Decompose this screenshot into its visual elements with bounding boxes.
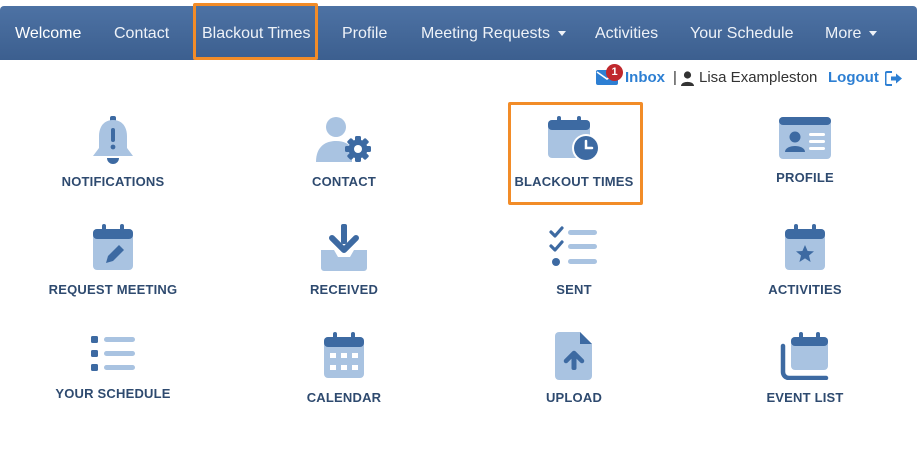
tile-label: ACTIVITIES bbox=[768, 282, 842, 297]
calendar-grid-icon bbox=[324, 332, 364, 378]
tile-label: SENT bbox=[556, 282, 592, 297]
tile-blackout-times[interactable]: BLACKOUT TIMES bbox=[484, 116, 664, 216]
nav-meeting-requests-label: Meeting Requests bbox=[421, 25, 550, 42]
top-navbar: Welcome Contact Blackout Times Profile M… bbox=[0, 6, 917, 60]
tile-request-meeting[interactable]: REQUEST MEETING bbox=[23, 224, 203, 324]
logout-link[interactable]: Logout bbox=[828, 68, 879, 88]
tile-label: NOTIFICATIONS bbox=[61, 174, 165, 189]
calendar-clock-icon bbox=[548, 116, 600, 162]
user-gear-icon bbox=[316, 117, 371, 162]
user-icon bbox=[681, 71, 694, 86]
tile-event-list[interactable]: EVENT LIST bbox=[715, 332, 895, 432]
tile-sent[interactable]: SENT bbox=[484, 224, 664, 324]
tile-label: EVENT LIST bbox=[766, 390, 844, 405]
tile-label: PROFILE bbox=[776, 170, 834, 185]
tile-label: RECEIVED bbox=[309, 282, 379, 297]
tile-label: UPLOAD bbox=[545, 390, 603, 405]
tile-upload[interactable]: UPLOAD bbox=[484, 332, 664, 432]
nav-more-label: More bbox=[825, 25, 862, 42]
tile-contact[interactable]: CONTACT bbox=[254, 116, 434, 216]
nav-your-schedule[interactable]: Your Schedule bbox=[690, 6, 794, 60]
logout-icon[interactable] bbox=[885, 71, 903, 86]
tile-profile[interactable]: PROFILE bbox=[715, 116, 895, 216]
nav-activities[interactable]: Activities bbox=[595, 6, 658, 60]
chevron-down-icon bbox=[869, 31, 878, 37]
tile-notifications[interactable]: NOTIFICATIONS bbox=[23, 116, 203, 216]
tile-label: REQUEST MEETING bbox=[48, 282, 178, 297]
checklist-icon bbox=[549, 226, 597, 266]
file-upload-icon bbox=[555, 332, 592, 380]
calendar-pen-icon bbox=[93, 224, 133, 270]
tile-label: CALENDAR bbox=[306, 390, 382, 405]
chevron-down-icon bbox=[557, 31, 566, 37]
tile-received[interactable]: RECEIVED bbox=[254, 224, 434, 324]
nav-contact[interactable]: Contact bbox=[114, 6, 169, 60]
tile-calendar[interactable]: CALENDAR bbox=[254, 332, 434, 432]
id-card-icon bbox=[779, 117, 831, 159]
nav-blackout-times[interactable]: Blackout Times bbox=[202, 6, 310, 60]
tile-label: BLACKOUT TIMES bbox=[514, 174, 634, 189]
calendar-star-icon bbox=[785, 224, 825, 270]
bell-icon bbox=[93, 116, 133, 164]
tile-label: YOUR SCHEDULE bbox=[55, 386, 171, 401]
inbox-count-badge: 1 bbox=[606, 64, 623, 81]
inbox-download-icon bbox=[321, 224, 367, 271]
tile-label: CONTACT bbox=[312, 174, 376, 189]
list-icon bbox=[91, 336, 135, 371]
nav-welcome[interactable]: Welcome bbox=[15, 6, 81, 60]
nav-meeting-requests[interactable]: Meeting Requests bbox=[421, 6, 566, 60]
tile-your-schedule[interactable]: YOUR SCHEDULE bbox=[23, 332, 203, 432]
user-bar: 1 Inbox | Lisa Exampleston Logout bbox=[592, 64, 912, 88]
nav-profile[interactable]: Profile bbox=[342, 6, 387, 60]
separator: | bbox=[673, 69, 677, 86]
nav-more[interactable]: More bbox=[825, 6, 878, 60]
stacked-calendar-icon bbox=[780, 332, 829, 380]
inbox-link[interactable]: Inbox bbox=[625, 68, 665, 88]
tile-activities[interactable]: ACTIVITIES bbox=[715, 224, 895, 324]
username: Lisa Exampleston bbox=[699, 69, 818, 86]
